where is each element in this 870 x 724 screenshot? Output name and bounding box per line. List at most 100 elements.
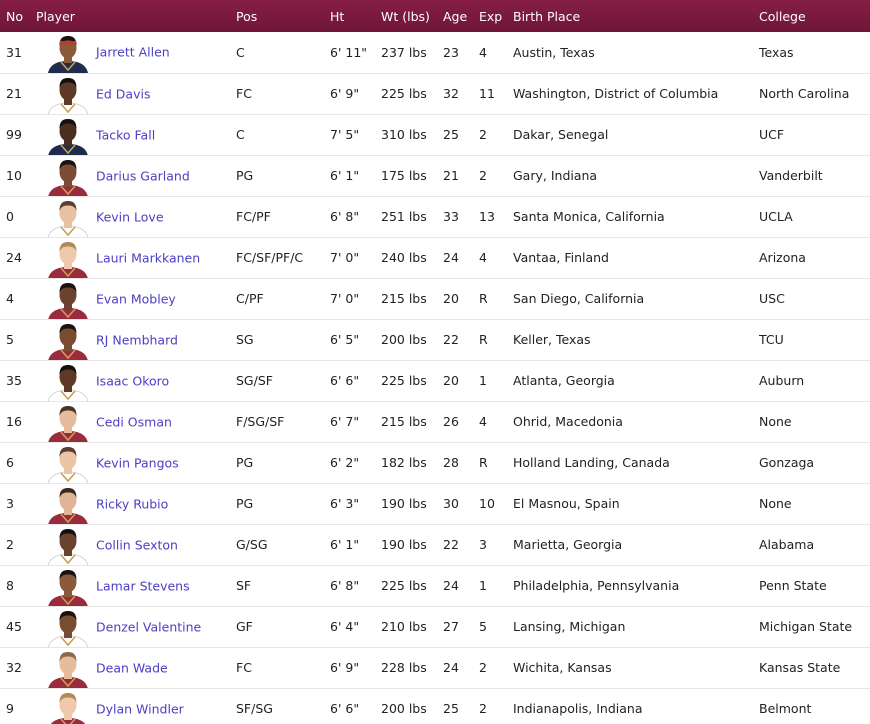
birth-place: Holland Landing, Canada bbox=[513, 455, 670, 470]
birth-place: Gary, Indiana bbox=[513, 168, 598, 183]
jersey-number: 99 bbox=[6, 127, 22, 142]
col-header-player[interactable]: Player bbox=[36, 0, 236, 32]
player-name-link[interactable]: Ed Davis bbox=[96, 86, 150, 101]
player-name-link[interactable]: Jarrett Allen bbox=[96, 45, 170, 60]
player-name-link[interactable]: Tacko Fall bbox=[96, 127, 155, 142]
height: 6' 6" bbox=[330, 373, 360, 388]
position: SF bbox=[236, 578, 252, 593]
weight: 215 lbs bbox=[381, 291, 427, 306]
player-name-link[interactable]: Lauri Markkanen bbox=[96, 250, 200, 265]
player-name-link[interactable]: Dylan Windler bbox=[96, 701, 184, 716]
height: 7' 0" bbox=[330, 250, 360, 265]
player-name-link[interactable]: Dean Wade bbox=[96, 660, 168, 675]
height: 6' 1" bbox=[330, 168, 360, 183]
height: 6' 6" bbox=[330, 701, 360, 716]
experience: 10 bbox=[479, 496, 495, 511]
birth-place: Marietta, Georgia bbox=[513, 537, 623, 552]
player-headshot[interactable] bbox=[44, 608, 92, 647]
player-cell: Lauri Markkanen bbox=[36, 237, 236, 278]
experience: 2 bbox=[479, 127, 487, 142]
table-header-row: No Player Pos Ht Wt (lbs) Age Exp Birth … bbox=[0, 0, 870, 32]
weight: 228 lbs bbox=[381, 660, 427, 675]
height: 6' 8" bbox=[330, 578, 360, 593]
col-header-no[interactable]: No bbox=[0, 0, 36, 32]
player-name-link[interactable]: Kevin Love bbox=[96, 209, 164, 224]
jersey-number: 32 bbox=[6, 660, 22, 675]
player-name-link[interactable]: Kevin Pangos bbox=[96, 455, 179, 470]
player-headshot[interactable] bbox=[44, 403, 92, 442]
col-header-birth-place[interactable]: Birth Place bbox=[513, 0, 759, 32]
player-name-link[interactable]: Collin Sexton bbox=[96, 537, 178, 552]
experience: 2 bbox=[479, 168, 487, 183]
player-name-link[interactable]: Evan Mobley bbox=[96, 291, 176, 306]
col-header-exp[interactable]: Exp bbox=[479, 0, 513, 32]
player-headshot[interactable] bbox=[44, 362, 92, 401]
birth-place: Keller, Texas bbox=[513, 332, 591, 347]
player-name-link[interactable]: Ricky Rubio bbox=[96, 496, 168, 511]
jersey-number: 5 bbox=[6, 332, 14, 347]
player-name-link[interactable]: Isaac Okoro bbox=[96, 373, 169, 388]
birth-place: El Masnou, Spain bbox=[513, 496, 620, 511]
col-header-ht[interactable]: Ht bbox=[330, 0, 381, 32]
college: Michigan State bbox=[759, 619, 853, 634]
player-headshot[interactable] bbox=[44, 157, 92, 196]
jersey-number: 9 bbox=[6, 701, 14, 716]
col-header-pos[interactable]: Pos bbox=[236, 0, 330, 32]
player-name-link[interactable]: Darius Garland bbox=[96, 168, 190, 183]
player-headshot[interactable] bbox=[44, 321, 92, 360]
headshot-image bbox=[48, 323, 88, 360]
player-headshot[interactable] bbox=[44, 649, 92, 688]
player-cell: Darius Garland bbox=[36, 155, 236, 196]
player-headshot[interactable] bbox=[44, 690, 92, 724]
player-headshot[interactable] bbox=[44, 239, 92, 278]
weight: 190 lbs bbox=[381, 537, 427, 552]
player-headshot[interactable] bbox=[44, 444, 92, 483]
jersey-number: 45 bbox=[6, 619, 22, 634]
player-name-link[interactable]: RJ Nembhard bbox=[96, 332, 178, 347]
position: GF bbox=[236, 619, 253, 634]
jersey-number: 21 bbox=[6, 86, 22, 101]
college: Arizona bbox=[759, 250, 806, 265]
col-header-age[interactable]: Age bbox=[443, 0, 479, 32]
table-row: 45 Denzel Valentine GF 6' 4" 210 lbs 27 5 Lansi… bbox=[0, 606, 870, 647]
player-headshot[interactable] bbox=[44, 75, 92, 114]
table-row: 32 Dean Wade FC 6' 9" 228 lbs 24 2 Wichita, Kan… bbox=[0, 647, 870, 688]
table-row: 9 Dylan Windler SF/SG 6' 6" 200 lbs 25 2 Indian… bbox=[0, 688, 870, 724]
headshot-image bbox=[48, 569, 88, 606]
college: None bbox=[759, 414, 792, 429]
weight: 225 lbs bbox=[381, 578, 427, 593]
college: TCU bbox=[759, 332, 784, 347]
player-headshot[interactable] bbox=[44, 198, 92, 237]
player-headshot[interactable] bbox=[44, 280, 92, 319]
experience: 4 bbox=[479, 44, 487, 60]
position: FC bbox=[236, 660, 252, 675]
birth-place: Santa Monica, California bbox=[513, 209, 665, 224]
player-headshot[interactable] bbox=[44, 33, 92, 73]
table-row: 3 Ricky Rubio PG 6' 3" 190 lbs 30 10 El Masnou,… bbox=[0, 483, 870, 524]
jersey-number: 35 bbox=[6, 373, 22, 388]
player-headshot[interactable] bbox=[44, 567, 92, 606]
headshot-image bbox=[47, 446, 89, 483]
player-name-link[interactable]: Cedi Osman bbox=[96, 414, 172, 429]
birth-place: Ohrid, Macedonia bbox=[513, 414, 623, 429]
headshot-image bbox=[47, 610, 89, 647]
weight: 175 lbs bbox=[381, 168, 427, 183]
weight: 200 lbs bbox=[381, 701, 427, 716]
position: C/PF bbox=[236, 291, 264, 306]
position: FC bbox=[236, 86, 252, 101]
birth-place: Vantaa, Finland bbox=[513, 250, 609, 265]
college: UCLA bbox=[759, 209, 793, 224]
player-headshot[interactable] bbox=[44, 116, 92, 155]
player-name-link[interactable]: Lamar Stevens bbox=[96, 578, 190, 593]
player-headshot[interactable] bbox=[44, 526, 92, 565]
col-header-college[interactable]: College bbox=[759, 0, 870, 32]
birth-place: Washington, District of Columbia bbox=[513, 86, 719, 101]
player-name-link[interactable]: Denzel Valentine bbox=[96, 619, 201, 634]
player-headshot[interactable] bbox=[44, 485, 92, 524]
position: SG bbox=[236, 332, 254, 347]
birth-place: Philadelphia, Pennsylvania bbox=[513, 578, 680, 593]
age: 30 bbox=[443, 496, 459, 511]
player-cell: RJ Nembhard bbox=[36, 319, 236, 360]
col-header-wt[interactable]: Wt (lbs) bbox=[381, 0, 443, 32]
age: 23 bbox=[443, 44, 459, 60]
